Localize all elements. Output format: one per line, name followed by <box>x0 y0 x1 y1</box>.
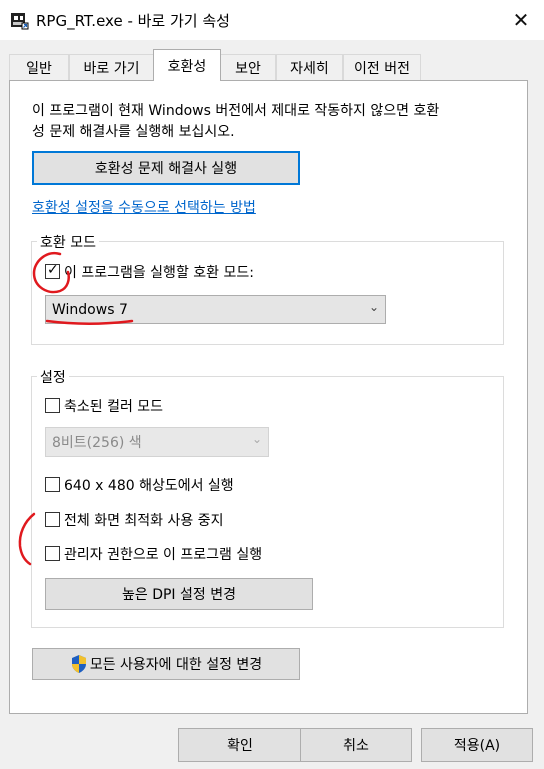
reduced-color-label: 축소된 컬러 모드 <box>64 399 164 415</box>
color-mode-select[interactable]: 8비트(256) 색 ⌄ <box>45 427 269 457</box>
fullscreen-opt-checkbox[interactable] <box>45 512 60 527</box>
tab-previous-versions[interactable]: 이전 버전 <box>343 54 421 80</box>
tab-label: 바로 가기 <box>83 60 140 77</box>
run-as-admin-label: 관리자 권한으로 이 프로그램 실행 <box>64 547 263 563</box>
chevron-down-icon: ⌄ <box>251 432 262 446</box>
chevron-down-icon: ⌄ <box>368 300 379 314</box>
app-icon <box>9 10 29 30</box>
tab-compatibility[interactable]: 호환성 <box>153 49 221 81</box>
cancel-button[interactable]: 취소 <box>300 728 412 762</box>
tab-details[interactable]: 자세히 <box>276 54 343 80</box>
shield-icon <box>70 654 88 674</box>
intro-text-line2: 성 문제 해결사를 실행해 보십시오. <box>32 124 235 140</box>
intro-text-line1: 이 프로그램이 현재 Windows 버전에서 제대로 작동하지 않으면 호환 <box>32 103 440 119</box>
all-users-settings-button[interactable]: 모든 사용자에 대한 설정 변경 <box>32 648 300 680</box>
button-label: 확인 <box>227 738 253 754</box>
ok-button[interactable]: 확인 <box>178 728 302 762</box>
button-label: 높은 DPI 설정 변경 <box>122 587 236 603</box>
run-troubleshooter-button[interactable]: 호환성 문제 해결사 실행 <box>32 151 300 185</box>
tab-label: 자세히 <box>290 60 329 77</box>
button-label: 적용(A) <box>453 738 501 754</box>
tab-label: 보안 <box>235 60 261 77</box>
button-label: 모든 사용자에 대한 설정 변경 <box>89 657 263 673</box>
high-dpi-button[interactable]: 높은 DPI 설정 변경 <box>45 578 313 610</box>
button-label: 취소 <box>343 738 369 754</box>
fullscreen-opt-label: 전체 화면 최적화 사용 중지 <box>64 513 224 529</box>
compat-mode-checkbox[interactable] <box>45 262 60 279</box>
settings-legend: 설정 <box>37 367 69 387</box>
run-as-admin-checkbox[interactable] <box>45 546 60 561</box>
window-title: RPG_RT.exe - 바로 가기 속성 <box>36 12 230 30</box>
manual-settings-link[interactable]: 호환성 설정을 수동으로 선택하는 방법 <box>32 197 256 217</box>
apply-button[interactable]: 적용(A) <box>421 728 533 762</box>
compat-mode-legend: 호환 모드 <box>37 232 99 252</box>
close-icon: ✕ <box>512 8 530 32</box>
res-640-label: 640 x 480 해상도에서 실행 <box>64 478 234 494</box>
select-value: 8비트(256) 색 <box>52 435 142 451</box>
res-640-checkbox[interactable] <box>45 477 60 492</box>
select-value: Windows 7 <box>52 301 128 318</box>
tab-security[interactable]: 보안 <box>220 54 276 80</box>
tab-label: 호환성 <box>167 58 207 75</box>
tab-shortcut[interactable]: 바로 가기 <box>69 54 154 80</box>
compat-mode-group <box>31 241 504 345</box>
tab-general[interactable]: 일반 <box>9 54 69 80</box>
button-label: 호환성 문제 해결사 실행 <box>94 161 238 177</box>
reduced-color-checkbox[interactable] <box>45 398 60 413</box>
compat-mode-label: 이 프로그램을 실행할 호환 모드: <box>64 265 254 281</box>
compat-os-select[interactable]: Windows 7 ⌄ <box>45 295 386 324</box>
close-button[interactable]: ✕ <box>505 6 537 34</box>
tab-label: 이전 버전 <box>354 60 410 77</box>
tab-label: 일반 <box>26 60 52 77</box>
